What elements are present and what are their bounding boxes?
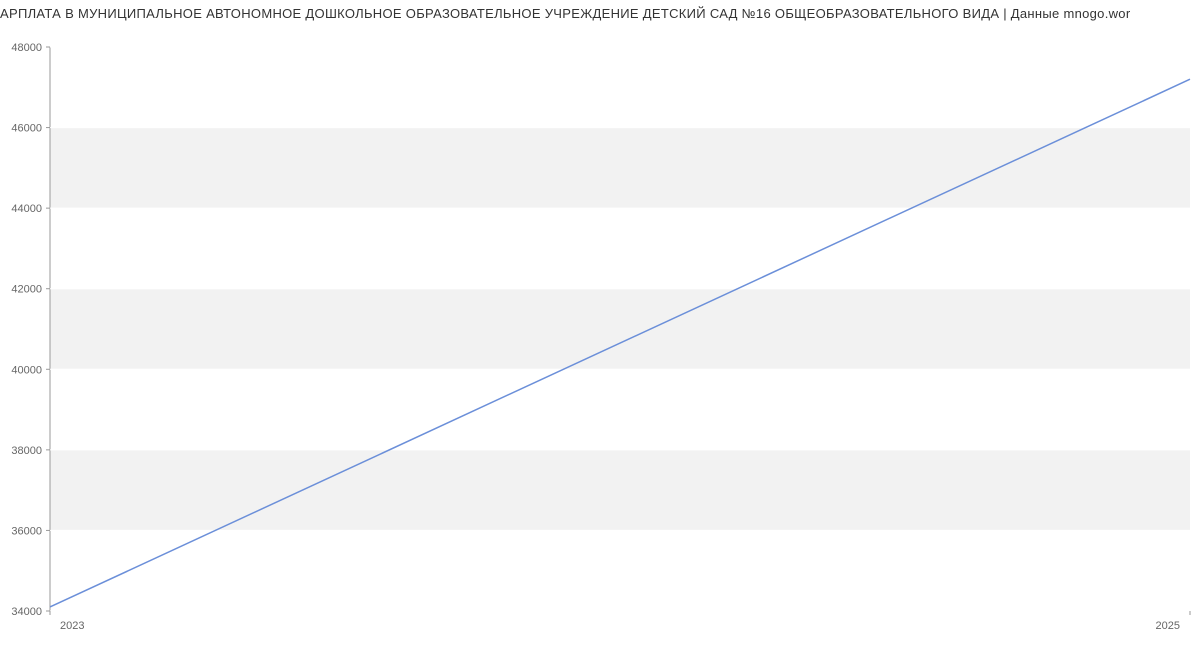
svg-text:46000: 46000 xyxy=(11,123,42,135)
chart-title: АРПЛАТА В МУНИЦИПАЛЬНОЕ АВТОНОМНОЕ ДОШКО… xyxy=(0,0,1200,21)
svg-text:40000: 40000 xyxy=(11,364,42,376)
svg-text:34000: 34000 xyxy=(11,606,42,618)
svg-text:42000: 42000 xyxy=(11,284,42,296)
svg-text:48000: 48000 xyxy=(11,42,42,54)
svg-text:2023: 2023 xyxy=(60,620,84,632)
chart-container: 34000 36000 38000 40000 42000 44000 46000 48000… xyxy=(0,21,1200,641)
svg-text:44000: 44000 xyxy=(11,203,42,215)
svg-text:36000: 36000 xyxy=(11,525,42,537)
svg-text:2025: 2025 xyxy=(1156,620,1180,632)
svg-text:38000: 38000 xyxy=(11,445,42,457)
line-chart: 34000 36000 38000 40000 42000 44000 46000 48000… xyxy=(0,21,1200,641)
